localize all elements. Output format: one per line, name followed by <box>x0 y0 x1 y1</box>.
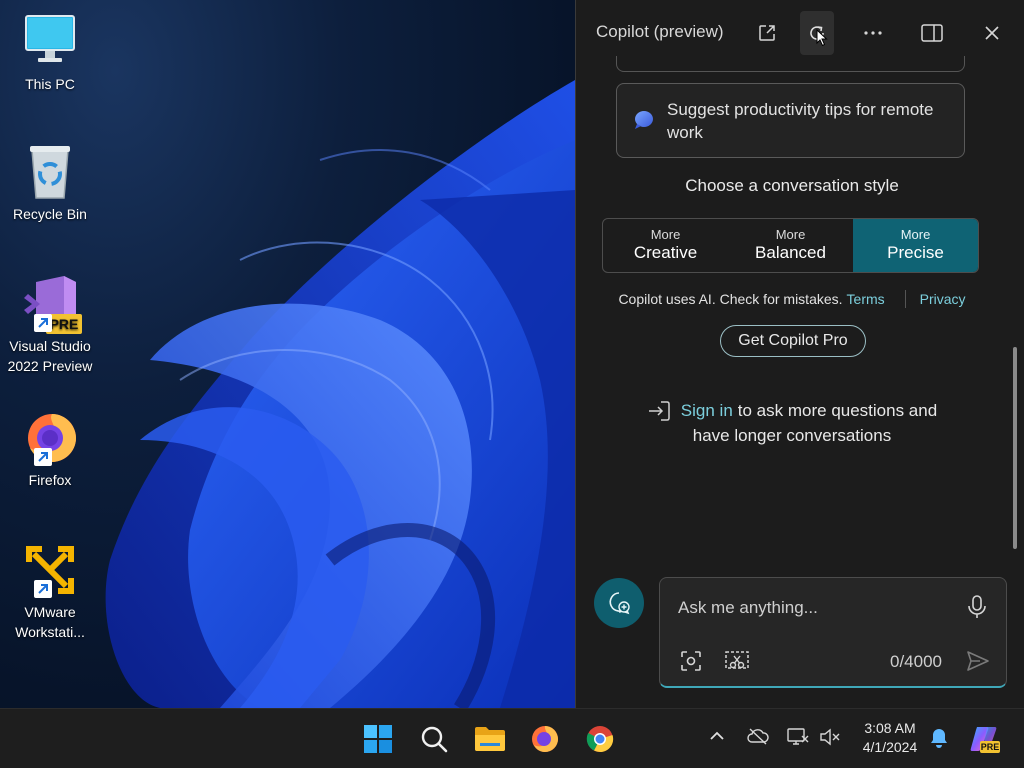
voice-input-button[interactable] <box>966 594 988 625</box>
taskbar-firefox-button[interactable] <box>527 721 563 757</box>
bell-icon <box>931 729 947 748</box>
open-external-icon <box>759 25 775 41</box>
open-in-browser-button[interactable] <box>750 11 784 55</box>
new-topic-button[interactable] <box>594 578 644 628</box>
copilot-panel: Copilot (preview) Suggest productivity t… <box>575 0 1024 708</box>
desktop: This PC Recycle Bin PRE Visual Studio 20… <box>0 0 575 708</box>
send-button[interactable] <box>966 650 990 677</box>
sidebar-toggle-icon <box>921 24 943 42</box>
visual-studio-icon: PRE <box>20 274 82 334</box>
cloud-offline-icon <box>747 728 769 745</box>
notifications-button[interactable] <box>929 727 949 754</box>
search-button[interactable] <box>416 721 452 757</box>
sign-in-link[interactable]: Sign in <box>681 398 733 423</box>
chevron-up-icon <box>710 731 724 740</box>
style-option-balanced[interactable]: More Balanced <box>728 219 853 272</box>
search-icon <box>421 726 448 753</box>
volume-button[interactable] <box>819 727 841 752</box>
style-option-creative[interactable]: More Creative <box>603 219 728 272</box>
ellipsis-icon <box>864 31 882 35</box>
copilot-pre-badge: PRE <box>980 741 1000 753</box>
vmware-icon <box>20 540 80 600</box>
style-option-label: Precise <box>887 243 944 262</box>
desktop-icon-this-pc[interactable]: This PC <box>4 12 96 94</box>
signin-text-line2: have longer conversations <box>692 426 892 445</box>
screenshot-icon <box>681 651 701 671</box>
chat-input[interactable] <box>678 594 958 622</box>
desktop-icon-visual-studio[interactable]: PRE Visual Studio 2022 Preview <box>4 274 96 376</box>
disclaimer-text: Copilot uses AI. Check for mistakes. <box>618 291 843 307</box>
previous-suggestion-card[interactable] <box>616 56 965 72</box>
clock-date: 4/1/2024 <box>862 739 918 755</box>
windows-logo-icon <box>364 725 392 753</box>
snipping-icon <box>725 651 749 669</box>
speaker-muted-icon <box>820 728 840 746</box>
desktop-icon-recycle-bin[interactable]: Recycle Bin <box>4 142 96 224</box>
firefox-icon <box>20 408 80 468</box>
style-option-label: Balanced <box>755 243 826 262</box>
mouse-cursor-icon <box>816 29 828 47</box>
close-button[interactable] <box>975 11 1009 55</box>
monitor-icon <box>20 12 80 72</box>
style-option-prefix: More <box>900 227 931 242</box>
desktop-icon-label: Firefox <box>28 472 72 488</box>
taskbar-chrome-button[interactable] <box>582 721 618 757</box>
desktop-icon-label: Recycle Bin <box>13 206 87 222</box>
taskbar-copilot-button[interactable]: PRE <box>966 721 1002 757</box>
desktop-icon-label: This PC <box>25 76 75 92</box>
taskbar: 3:08 AM 4/1/2024 PRE <box>0 708 1024 768</box>
close-icon <box>985 26 999 40</box>
signin-text-line1: to ask more questions and <box>737 401 938 420</box>
signin-prompt: Sign in to ask more questions and have l… <box>576 398 1008 448</box>
file-explorer-button[interactable] <box>472 721 508 757</box>
character-counter: 0/4000 <box>890 652 942 671</box>
firefox-icon <box>532 726 558 752</box>
ai-disclaimer: Copilot uses AI. Check for mistakes. Ter… <box>576 290 1008 308</box>
shortcut-arrow-icon <box>34 448 52 466</box>
new-chat-icon <box>609 592 630 615</box>
snip-button[interactable] <box>724 650 750 677</box>
start-button[interactable] <box>360 721 396 757</box>
network-icon <box>787 728 809 745</box>
desktop-icon-label-line1: VMware <box>24 604 76 620</box>
suggestion-card[interactable]: Suggest productivity tips for remote wor… <box>616 83 965 158</box>
clock-time: 3:08 AM <box>864 720 916 736</box>
privacy-link[interactable]: Privacy <box>920 291 966 307</box>
refresh-button[interactable] <box>800 11 834 55</box>
desktop-icon-label-line1: Visual Studio <box>9 338 91 354</box>
send-icon <box>967 651 989 671</box>
divider <box>904 290 906 308</box>
more-options-button[interactable] <box>856 11 890 55</box>
get-copilot-pro-button[interactable]: Get Copilot Pro <box>720 325 866 357</box>
copilot-title: Copilot (preview) <box>596 22 724 41</box>
shortcut-arrow-icon <box>34 314 52 332</box>
folder-icon <box>475 727 505 751</box>
network-button[interactable] <box>787 727 809 752</box>
style-option-precise[interactable]: More Precise <box>853 219 978 272</box>
show-hidden-icons-button[interactable] <box>708 727 726 750</box>
desktop-icon-firefox[interactable]: Firefox <box>4 408 96 490</box>
microphone-icon <box>968 595 986 618</box>
dock-panel-button[interactable] <box>915 11 949 55</box>
style-option-prefix: More <box>650 227 681 242</box>
desktop-icon-label-line2: Workstati... <box>15 624 85 640</box>
style-option-label: Creative <box>633 243 698 262</box>
system-clock[interactable]: 3:08 AM 4/1/2024 <box>852 719 928 757</box>
chrome-icon <box>586 726 614 753</box>
sign-in-icon <box>648 400 670 421</box>
chat-bubble-icon <box>635 111 653 129</box>
add-screenshot-button[interactable] <box>680 650 702 677</box>
scrollbar-thumb[interactable] <box>1013 347 1017 549</box>
conversation-style-heading: Choose a conversation style <box>685 176 899 195</box>
conversation-style-selector: More Creative More Balanced More Precise <box>602 218 979 273</box>
compose-box: 0/4000 <box>659 577 1007 688</box>
desktop-icon-label-line2: 2022 Preview <box>7 358 93 374</box>
onedrive-button[interactable] <box>747 727 769 750</box>
recycle-bin-icon <box>20 142 80 202</box>
style-option-prefix: More <box>775 227 806 242</box>
terms-link[interactable]: Terms <box>847 291 885 307</box>
desktop-icon-vmware[interactable]: VMware Workstati... <box>4 540 96 642</box>
suggestion-text: Suggest productivity tips for remote wor… <box>667 100 934 142</box>
shortcut-arrow-icon <box>34 580 52 598</box>
